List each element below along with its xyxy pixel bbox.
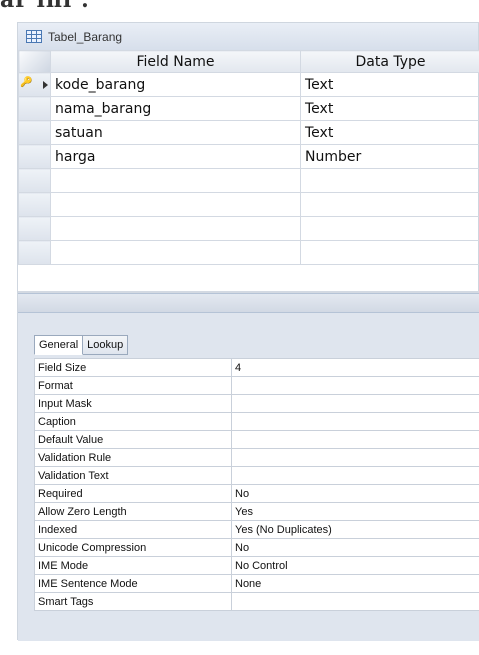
- field-name-text: harga: [55, 148, 96, 165]
- row-selector[interactable]: [18, 168, 51, 193]
- property-value-field[interactable]: [231, 394, 479, 413]
- property-label: Required: [34, 484, 232, 503]
- property-value-field[interactable]: Yes: [231, 502, 479, 521]
- property-value-field[interactable]: No: [231, 538, 479, 557]
- data-type-cell[interactable]: [300, 216, 479, 241]
- property-value-field[interactable]: [231, 592, 479, 611]
- property-label: Unicode Compression: [34, 538, 232, 557]
- property-value-field[interactable]: None: [231, 574, 479, 593]
- property-value-field[interactable]: No Control: [231, 556, 479, 575]
- property-row: Validation Text: [34, 466, 479, 485]
- property-value-field[interactable]: [231, 466, 479, 485]
- column-header-data-type[interactable]: Data Type: [300, 50, 479, 73]
- field-row[interactable]: [18, 216, 479, 241]
- field-row[interactable]: kode_barang Text: [18, 72, 479, 97]
- property-label: Field Size: [34, 358, 232, 377]
- property-value-field[interactable]: [231, 448, 479, 467]
- row-selector[interactable]: [18, 120, 51, 145]
- property-row: Input Mask: [34, 394, 479, 413]
- field-properties-pane: General Lookup Field Size 4 Format Input Ma…: [18, 313, 479, 641]
- property-row: IME Mode No Control: [34, 556, 479, 575]
- field-row[interactable]: nama_barang Text: [18, 96, 479, 121]
- data-type-cell[interactable]: [300, 240, 479, 265]
- window-titlebar[interactable]: Tabel_Barang: [18, 23, 478, 51]
- data-type-cell[interactable]: [300, 192, 479, 217]
- data-type-cell[interactable]: [300, 168, 479, 193]
- property-label: Smart Tags: [34, 592, 232, 611]
- property-row: Format: [34, 376, 479, 395]
- grid-header-row: Field Name Data Type: [18, 50, 479, 73]
- field-name-cell[interactable]: nama_barang: [50, 96, 301, 121]
- page-heading-fragment: ar ini :: [0, 0, 90, 13]
- data-type-cell[interactable]: Number: [300, 144, 479, 169]
- field-name-text: satuan: [55, 124, 103, 141]
- data-type-cell[interactable]: Text: [300, 96, 479, 121]
- table-icon: [26, 30, 42, 43]
- window-title: Tabel_Barang: [48, 29, 123, 44]
- property-value-field[interactable]: Yes (No Duplicates): [231, 520, 479, 539]
- field-name-cell[interactable]: [50, 216, 301, 241]
- property-value-field[interactable]: No: [231, 484, 479, 503]
- property-label: Allow Zero Length: [34, 502, 232, 521]
- select-all-corner[interactable]: [18, 50, 51, 73]
- data-type-text: Text: [305, 100, 334, 117]
- row-selector[interactable]: [18, 192, 51, 217]
- property-row: Caption: [34, 412, 479, 431]
- primary-key-row-selector[interactable]: [18, 72, 51, 97]
- property-label: IME Mode: [34, 556, 232, 575]
- row-selector[interactable]: [18, 240, 51, 265]
- pane-splitter[interactable]: [18, 293, 479, 313]
- property-label: Format: [34, 376, 232, 395]
- field-row[interactable]: [18, 192, 479, 217]
- property-value-field[interactable]: [231, 430, 479, 449]
- property-label: Input Mask: [34, 394, 232, 413]
- tab-general[interactable]: General: [34, 335, 84, 355]
- property-label: IME Sentence Mode: [34, 574, 232, 593]
- data-type-text: Text: [305, 124, 334, 141]
- property-row: Unicode Compression No: [34, 538, 479, 557]
- property-row: Default Value: [34, 430, 479, 449]
- data-type-text: Number: [305, 148, 362, 165]
- property-value-field[interactable]: [231, 376, 479, 395]
- field-row[interactable]: satuan Text: [18, 120, 479, 145]
- row-selector[interactable]: [18, 216, 51, 241]
- tab-lookup[interactable]: Lookup: [82, 335, 129, 355]
- property-row: Indexed Yes (No Duplicates): [34, 520, 479, 539]
- field-name-cell[interactable]: harga: [50, 144, 301, 169]
- field-row[interactable]: [18, 168, 479, 193]
- property-row: Required No: [34, 484, 479, 503]
- property-label: Validation Rule: [34, 448, 232, 467]
- field-design-grid: Field Name Data Type kode_barangTextnama…: [18, 50, 479, 265]
- property-row: Validation Rule: [34, 448, 479, 467]
- field-row[interactable]: harga Number: [18, 144, 479, 169]
- property-value-field[interactable]: 4: [231, 358, 479, 377]
- field-name-text: kode_barang: [55, 76, 146, 93]
- property-label: Validation Text: [34, 466, 232, 485]
- property-row: IME Sentence Mode None: [34, 574, 479, 593]
- field-name-cell[interactable]: [50, 168, 301, 193]
- data-type-cell[interactable]: Text: [300, 120, 479, 145]
- table-design-window: Tabel_Barang Field Name Data Type kode_b…: [17, 22, 479, 641]
- field-name-text: nama_barang: [55, 100, 152, 117]
- property-row: Smart Tags: [34, 592, 479, 611]
- property-label: Default Value: [34, 430, 232, 449]
- field-name-cell[interactable]: kode_barang: [50, 72, 301, 97]
- field-row[interactable]: [18, 240, 479, 265]
- field-name-cell[interactable]: [50, 192, 301, 217]
- data-type-cell[interactable]: Text: [300, 72, 479, 97]
- row-selector[interactable]: [18, 144, 51, 169]
- data-type-text: Text: [305, 76, 334, 93]
- field-name-cell[interactable]: satuan: [50, 120, 301, 145]
- row-selector[interactable]: [18, 96, 51, 121]
- property-label: Indexed: [34, 520, 232, 539]
- column-header-field-name[interactable]: Field Name: [50, 50, 301, 73]
- property-label: Caption: [34, 412, 232, 431]
- field-properties-table: Field Size 4 Format Input Mask Caption Defaul…: [34, 358, 479, 611]
- field-name-cell[interactable]: [50, 240, 301, 265]
- property-row: Allow Zero Length Yes: [34, 502, 479, 521]
- properties-tabs: General Lookup: [34, 335, 129, 355]
- property-row: Field Size 4: [34, 358, 479, 377]
- property-value-field[interactable]: [231, 412, 479, 431]
